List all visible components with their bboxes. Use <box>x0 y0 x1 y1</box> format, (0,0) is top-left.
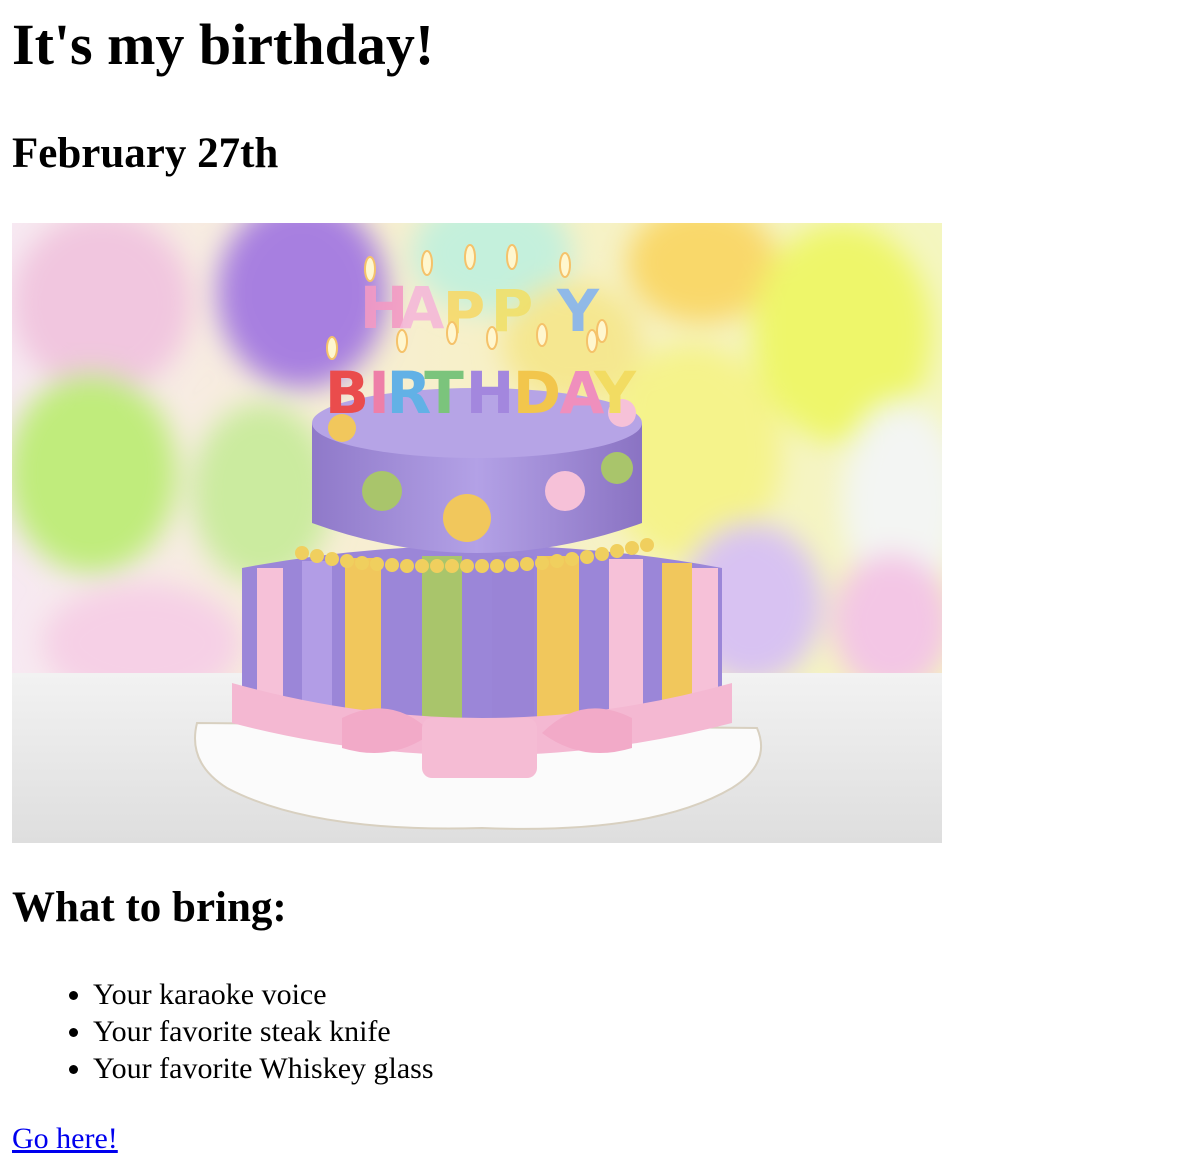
go-here-link[interactable]: Go here! <box>12 1120 118 1157</box>
svg-text:D: D <box>513 359 561 427</box>
birthday-cake-image: H A P P Y B I R T H D A Y <box>12 223 942 843</box>
svg-text:B: B <box>325 359 369 427</box>
list-item: Your karaoke voice <box>93 976 434 1013</box>
svg-text:A: A <box>400 274 445 342</box>
birthday-date: February 27th <box>12 130 279 177</box>
list-item: Your favorite Whiskey glass <box>93 1050 434 1087</box>
svg-text:Y: Y <box>593 359 637 427</box>
svg-text:T: T <box>424 359 464 427</box>
svg-text:H: H <box>466 359 515 427</box>
what-to-bring-heading: What to bring: <box>12 884 287 931</box>
list-item: Your favorite steak knife <box>93 1013 434 1050</box>
page-title: It's my birthday! <box>12 12 435 77</box>
bring-list: Your karaoke voice Your favorite steak k… <box>12 976 434 1087</box>
